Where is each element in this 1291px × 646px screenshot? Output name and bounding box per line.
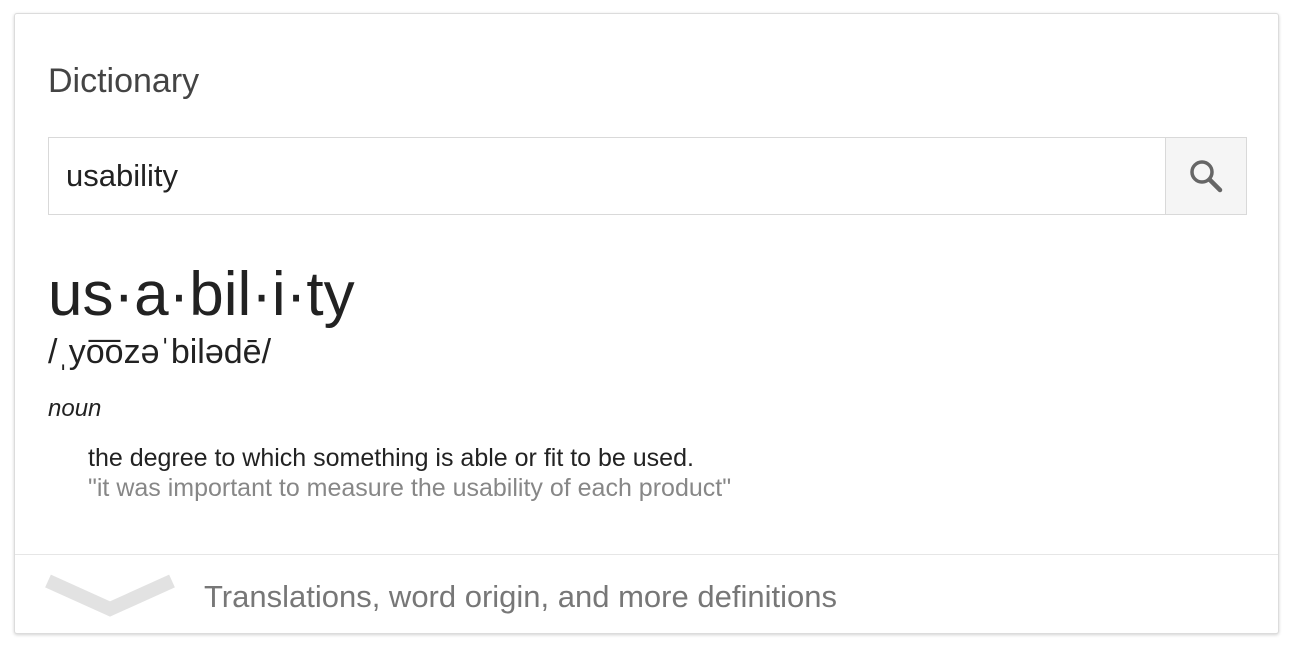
chevron-down-icon bbox=[45, 574, 175, 617]
search-input[interactable] bbox=[49, 138, 1165, 214]
dictionary-card: Dictionary us·a·bil·i·ty /ˌyo͞ozəˈbilədē… bbox=[14, 13, 1279, 634]
search-button[interactable] bbox=[1165, 138, 1246, 214]
search-icon bbox=[1190, 160, 1223, 193]
definition-example: "it was important to measure the usabili… bbox=[88, 474, 732, 502]
headword: us·a·bil·i·ty bbox=[48, 260, 355, 329]
definition-text: the degree to which something is able or… bbox=[88, 444, 694, 472]
more-definitions-toggle[interactable]: Translations, word origin, and more defi… bbox=[15, 555, 1278, 635]
phonetic-spelling: /ˌyo͞ozəˈbilədē/ bbox=[48, 333, 272, 371]
more-definitions-label: Translations, word origin, and more defi… bbox=[204, 579, 837, 614]
card-title: Dictionary bbox=[48, 62, 200, 100]
part-of-speech: noun bbox=[48, 395, 102, 422]
search-box bbox=[48, 137, 1247, 215]
